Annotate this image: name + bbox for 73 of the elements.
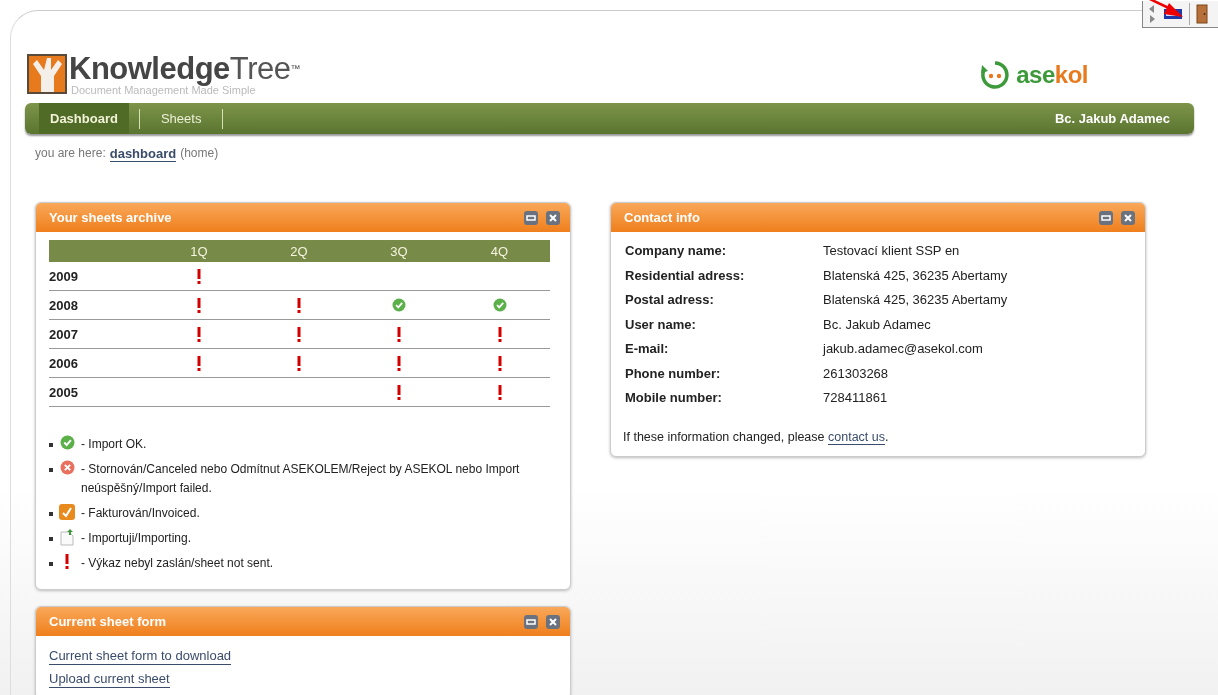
field-label: Postal adress: (625, 291, 715, 309)
column-header: 4Q (490, 243, 509, 259)
panel-title: Your sheets archive (49, 210, 173, 225)
exclamation-icon (497, 326, 502, 342)
year-cell: 2006 (49, 355, 78, 371)
legend-text: - Importuji/Importing. (81, 530, 192, 547)
close-icon[interactable] (1121, 210, 1135, 225)
exclamation-icon (297, 326, 301, 342)
check-icon (392, 298, 406, 312)
field-value: Bc. Jakub Adamec (823, 315, 932, 334)
contact-link[interactable]: contact us (828, 429, 885, 445)
panel-title: Current sheet form (49, 614, 168, 629)
minimize-icon[interactable] (524, 614, 538, 629)
exclamation-icon (497, 384, 502, 400)
close-icon[interactable] (546, 210, 560, 225)
exclamation-icon (497, 355, 502, 371)
legend-text: - Import OK. (81, 436, 147, 453)
breadcrumb-label: you are here: (35, 146, 106, 162)
field-label: Mobile number: (625, 389, 723, 407)
field-value: Blatenská 425, 36235 Abertamy (823, 291, 1009, 309)
breadcrumb-suffix: (home) (180, 146, 219, 162)
field-value: 261303268 (823, 364, 890, 383)
field-label: Phone number: (625, 364, 722, 383)
door-icon[interactable] (1196, 4, 1208, 24)
year-cell: 2005 (49, 384, 78, 400)
column-header: 3Q (390, 243, 408, 259)
exclamation-icon (397, 355, 401, 371)
exclamation-icon (197, 268, 201, 284)
brand-name: asekol (1016, 61, 1088, 89)
panel-title: Contact info (624, 210, 701, 225)
exclamation-icon (65, 554, 69, 569)
sheet-link[interactable]: Upload current sheet (49, 671, 170, 688)
minimize-icon[interactable] (524, 210, 538, 225)
breadcrumb-link[interactable]: dashboard (109, 146, 177, 162)
exclamation-icon (197, 355, 201, 371)
legend-text: - Fakturován/Invoiced. (81, 505, 200, 522)
close-icon[interactable] (546, 614, 560, 629)
field-value: Blatenská 425, 36235 Abertamy (823, 266, 1009, 285)
year-cell: 2009 (49, 268, 78, 284)
check-icon (492, 298, 507, 312)
logo-name: KnowledgeTree$^{™}$ (69, 54, 300, 84)
column-header: 1Q (190, 243, 208, 259)
exclamation-icon (197, 297, 201, 313)
legend-text: - Stornován/Canceled nebo Odmítnut ASEKOLEM/Reject by ASEKOL nebo Import neúspěšný/Import failed. (81, 461, 521, 497)
field-value: 728411861 (823, 389, 889, 407)
tree-logo-icon (27, 54, 67, 94)
field-label: Company name: (625, 242, 728, 260)
exclamation-icon (197, 326, 201, 342)
field-label: Residential adress: (625, 266, 746, 285)
field-label: User name: (625, 315, 697, 334)
recycle-face-icon (980, 60, 1011, 90)
exclamation-icon (297, 355, 301, 371)
nav-tab[interactable]: Sheets (149, 103, 213, 134)
cross-icon (59, 460, 75, 475)
legend-text: - Výkaz nebyl zaslán/sheet not sent. (81, 555, 274, 572)
check-icon (59, 435, 75, 450)
contact-note: If these information changed, please contact us. (623, 429, 890, 444)
exclamation-icon (397, 326, 401, 342)
document-icon (60, 529, 74, 546)
year-cell: 2007 (49, 326, 78, 342)
invoice-icon (59, 504, 75, 520)
user-name: Bc. Jakub Adamec (1054, 111, 1171, 126)
column-header: 2Q (290, 243, 308, 259)
minimize-icon[interactable] (1099, 210, 1113, 225)
field-value: jakub.adamec@asekol.com (823, 340, 984, 358)
nav-tab[interactable]: Dashboard (39, 103, 129, 134)
sheet-link[interactable]: Current sheet form to download (49, 648, 232, 665)
field-label: E-mail: (625, 340, 670, 358)
exclamation-icon (397, 384, 401, 400)
field-value: Testovací klient SSP en (823, 242, 961, 260)
year-cell: 2008 (49, 297, 78, 313)
scroll-arrows-icon[interactable] (1147, 3, 1157, 25)
exclamation-icon (297, 297, 301, 313)
